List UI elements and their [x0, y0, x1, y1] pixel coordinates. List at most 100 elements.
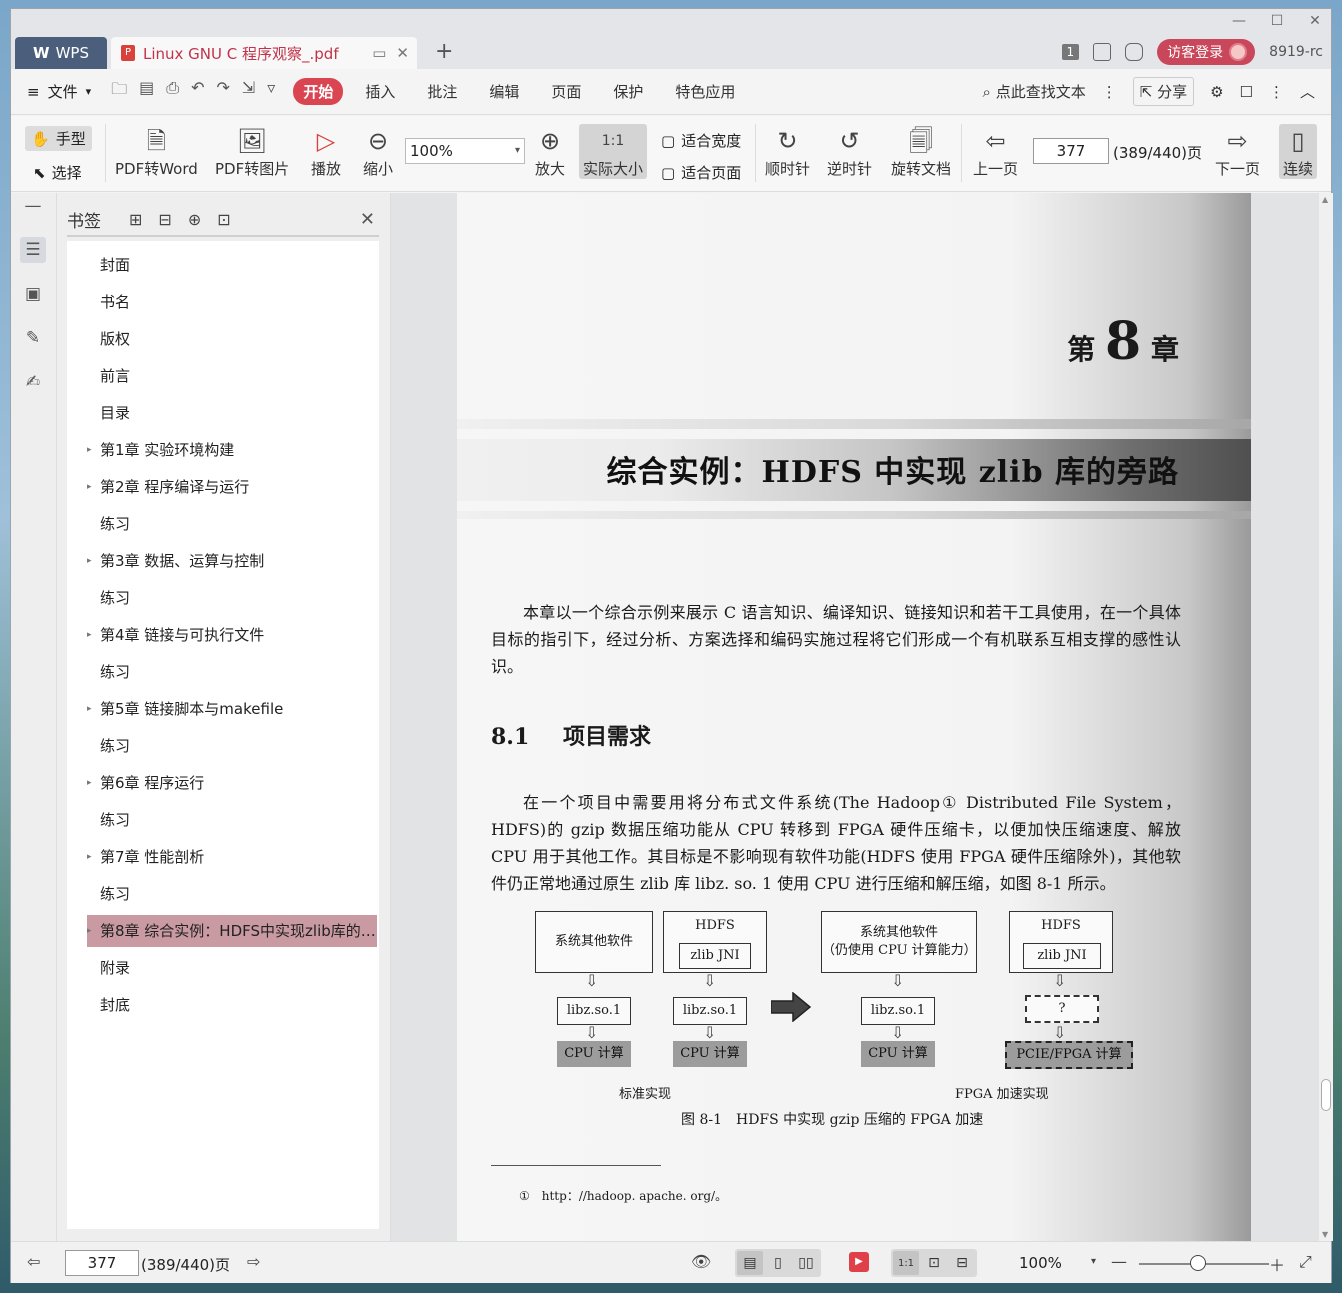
shirt-icon[interactable]	[1125, 43, 1144, 61]
expand-all-icon[interactable]: ⊞	[129, 210, 142, 229]
bookmark-options-icon[interactable]: ⊡	[217, 210, 230, 229]
bookmark-item[interactable]: ▸ 第7章 性能剖析	[87, 841, 377, 873]
prev-page-icon[interactable]: ⇦	[27, 1252, 40, 1271]
two-page-icon[interactable]: ▯▯	[793, 1251, 819, 1275]
bookmark-item[interactable]: ▸ 第4章 链接与可执行文件	[87, 619, 377, 651]
menu-insert[interactable]: 插入	[365, 81, 395, 102]
bookmark-item[interactable]: ▸ 第2章 程序编译与运行	[87, 471, 377, 503]
expand-arrow-icon[interactable]: ▸	[87, 471, 92, 503]
file-menu[interactable]: ≡ 文件 ▾	[27, 81, 91, 102]
menu-special-apps[interactable]: 特色应用	[675, 81, 735, 102]
actual-size-icon[interactable]: 1:1	[893, 1251, 919, 1275]
status-page-input[interactable]: 377	[65, 1250, 139, 1276]
zoom-in-icon[interactable]: ＋	[1269, 1252, 1285, 1276]
zoom-out-icon[interactable]: —	[1111, 1252, 1127, 1271]
add-bookmark-icon[interactable]: ⊕	[188, 210, 201, 229]
bookmark-item[interactable]: 封面	[87, 249, 377, 281]
undo-icon[interactable]: ↶	[191, 78, 204, 105]
bookmark-item[interactable]: 书名	[87, 286, 377, 318]
rotate-document-button[interactable]: 🗐 旋转文档	[891, 124, 951, 179]
bookmark-item[interactable]: 附录	[87, 952, 377, 984]
scrollbar-thumb[interactable]	[1321, 1079, 1331, 1111]
next-page-button[interactable]: ⇨ 下一页	[1215, 124, 1260, 179]
actual-size-button[interactable]: 1:1 实际大小	[579, 124, 648, 179]
continuous-layout-icon[interactable]: ▤	[737, 1251, 763, 1275]
zoom-select[interactable]: 100% ▾	[405, 138, 525, 164]
rotate-cw-button[interactable]: ↻ 顺时针	[765, 124, 810, 179]
wps-home-tab[interactable]: W WPS	[15, 37, 107, 69]
skin-icon[interactable]	[1093, 43, 1112, 61]
bookmark-item[interactable]: ▸ 第6章 程序运行	[87, 767, 377, 799]
menu-annotate[interactable]: 批注	[427, 81, 457, 102]
bookmark-item[interactable]: 目录	[87, 397, 377, 429]
bookmark-item[interactable]: 练习	[87, 582, 377, 614]
expand-arrow-icon[interactable]: ▸	[87, 693, 92, 725]
share-button[interactable]: ⇱ 分享	[1132, 77, 1195, 106]
menu-edit[interactable]: 编辑	[489, 81, 519, 102]
rotate-ccw-button[interactable]: ↺ 逆时针	[827, 124, 872, 179]
fullscreen-icon[interactable]: ⤢	[1299, 1252, 1312, 1272]
menu-page[interactable]: 页面	[551, 81, 581, 102]
collapse-all-icon[interactable]: ⊟	[158, 210, 171, 229]
play-button[interactable]: ▷ 播放	[311, 124, 341, 179]
tab-close-icon[interactable]: ✕	[396, 44, 409, 62]
fit-width-button[interactable]: ▢ 适合宽度	[661, 130, 741, 151]
bookmark-item[interactable]: ▸ 第5章 链接脚本与makefile	[87, 693, 377, 725]
status-zoom-value[interactable]: 100%	[1019, 1254, 1062, 1272]
signature-icon[interactable]: ✍	[20, 369, 46, 395]
menu-protect[interactable]: 保护	[613, 81, 643, 102]
zoom-slider-handle[interactable]	[1189, 1255, 1206, 1271]
tab-pin-icon[interactable]: ▭	[372, 44, 386, 62]
expand-arrow-icon[interactable]: ▸	[87, 767, 92, 799]
bookmark-item[interactable]: 练习	[87, 804, 377, 836]
fit-page-button[interactable]: ▢ 适合页面	[661, 162, 741, 183]
expand-arrow-icon[interactable]: ▸	[87, 545, 92, 577]
prev-page-button[interactable]: ⇦ 上一页	[973, 124, 1018, 179]
single-page-icon[interactable]: ▯	[765, 1251, 791, 1275]
annotation-icon[interactable]: ✎	[20, 325, 46, 351]
zoom-dropdown-icon[interactable]: ▾	[1091, 1256, 1096, 1267]
more-icon[interactable]: ⋮	[1102, 83, 1117, 101]
fit-width-icon[interactable]: ⊟	[949, 1251, 975, 1275]
window-count-badge[interactable]: 1	[1061, 44, 1080, 60]
bookmark-item[interactable]: 练习	[87, 878, 377, 910]
menu-start[interactable]: 开始	[293, 78, 344, 105]
bookmark-item[interactable]: 版权	[87, 323, 377, 355]
expand-arrow-icon[interactable]: ▸	[87, 915, 92, 947]
bookmark-item[interactable]: ▸ 第3章 数据、运算与控制	[87, 545, 377, 577]
maximize-button[interactable]: ☐	[1267, 13, 1287, 29]
print-icon[interactable]: ⎙	[166, 78, 179, 105]
pdf-to-image-button[interactable]: 🖼 PDF转图片	[215, 124, 289, 179]
bookmark-item[interactable]: 前言	[87, 360, 377, 392]
scroll-down-icon[interactable]: ▼	[1322, 1230, 1328, 1239]
message-icon[interactable]: ☐	[1240, 83, 1253, 101]
bookmark-item[interactable]: ▸ 第8章 综合实例：HDFS中实现zlib库的旁路	[87, 915, 377, 947]
zoom-in-button[interactable]: ⊕ 放大	[535, 124, 565, 179]
thumbnail-icon[interactable]: ▣	[20, 281, 46, 307]
hand-tool-button[interactable]: ✋ 手型	[25, 126, 92, 151]
more-dropdown-icon[interactable]: ▿	[267, 78, 275, 105]
search-text-button[interactable]: ⌕ 点此查找文本	[983, 81, 1086, 102]
open-folder-icon[interactable]: 🗀	[111, 78, 127, 105]
new-tab-button[interactable]: +	[435, 39, 453, 64]
fit-page-icon[interactable]: ⊡	[921, 1251, 947, 1275]
rail-collapse-handle[interactable]: —	[20, 196, 46, 216]
document-tab[interactable]: P Linux GNU C 程序观察_.pdf ▭ ✕	[111, 37, 417, 69]
zoom-out-button[interactable]: ⊖ 缩小	[363, 124, 393, 179]
continuous-button[interactable]: ▯ 连续	[1279, 124, 1318, 179]
close-panel-icon[interactable]: ✕	[360, 209, 375, 230]
collapse-ribbon-icon[interactable]: ︿	[1300, 81, 1315, 102]
play-presentation-icon[interactable]: ▶	[849, 1252, 869, 1272]
bookmark-item[interactable]: 练习	[87, 508, 377, 540]
redo-icon[interactable]: ↷	[216, 78, 229, 105]
pdf-to-word-button[interactable]: 🗎 PDF转Word	[115, 124, 198, 179]
page-number-input[interactable]: 377	[1033, 138, 1109, 164]
next-page-icon[interactable]: ⇨	[247, 1252, 260, 1271]
overflow-icon[interactable]: ⋮	[1269, 83, 1284, 101]
select-tool-button[interactable]: ⬉ 选择	[33, 162, 82, 183]
expand-arrow-icon[interactable]: ▸	[87, 434, 92, 466]
scroll-up-icon[interactable]: ▲	[1322, 195, 1328, 204]
visitor-login-button[interactable]: 访客登录	[1157, 39, 1256, 65]
vertical-scrollbar[interactable]: ▲ ▼	[1319, 193, 1333, 1241]
bookmark-list-icon[interactable]: ☰	[20, 237, 46, 263]
